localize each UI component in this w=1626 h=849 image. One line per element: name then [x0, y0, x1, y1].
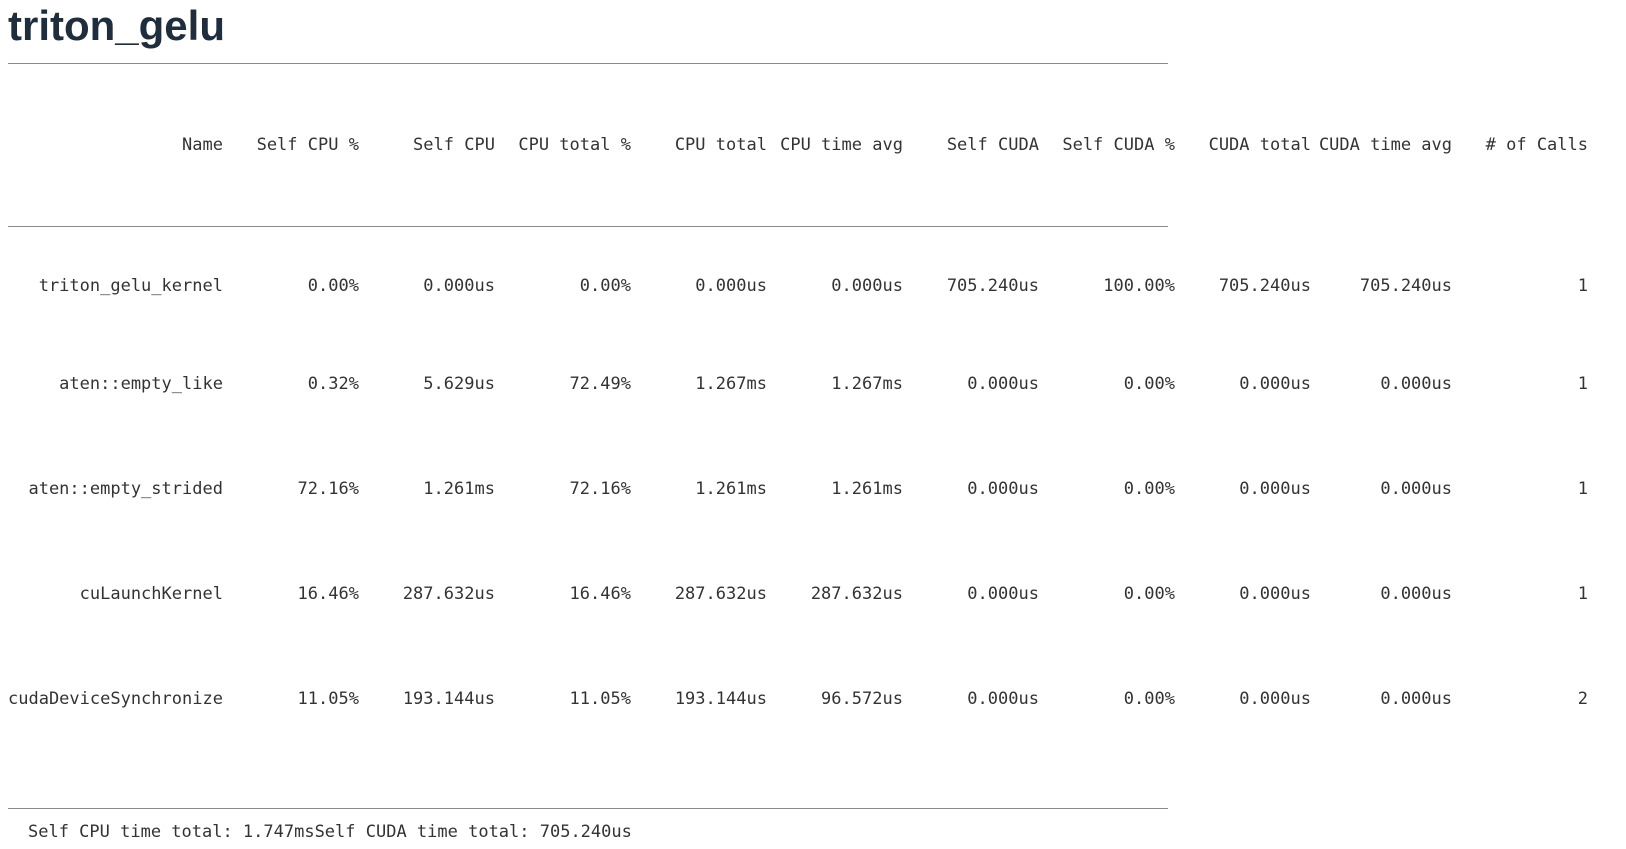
cell-self-cpu: 5.629us	[423, 373, 495, 394]
column-header-cuda-time-avg: CUDA time avg	[1318, 135, 1452, 155]
header-row: Name Self CPU % Self CPU CPU total % CPU…	[8, 64, 1596, 226]
table-body: triton_gelu_kernel 0.00% 0.000us 0.00% 0…	[8, 226, 1596, 751]
table-header: Name Self CPU % Self CPU CPU total % CPU…	[8, 64, 1596, 226]
cell-cuda-time-avg: 0.000us	[1380, 478, 1452, 499]
cell-self-cpu: 1.261ms	[423, 478, 495, 499]
column-header-cpu-time-avg: CPU time avg	[780, 135, 903, 155]
time-total-summary: Self CPU time total: 1.747msSelf CUDA ti…	[28, 822, 632, 842]
cell-num-calls: 1	[1577, 478, 1588, 499]
cell-cpu-total-pct: 72.49%	[569, 373, 631, 394]
cell-self-cuda: 0.000us	[967, 583, 1039, 604]
column-header-self-cpu-pct: Self CPU %	[256, 135, 359, 155]
cell-cpu-total: 1.267ms	[695, 373, 767, 394]
cell-self-cuda-pct: 0.00%	[1123, 688, 1175, 709]
cell-self-cpu: 193.144us	[402, 688, 495, 709]
cell-cpu-total-pct: 16.46%	[569, 583, 631, 604]
cell-name: cudaDeviceSynchronize	[8, 688, 223, 709]
cell-self-cpu: 287.632us	[402, 583, 495, 604]
cell-cpu-total-pct: 0.00%	[579, 275, 631, 296]
cell-cpu-total: 0.000us	[695, 275, 767, 296]
cell-name: aten::empty_like	[59, 373, 223, 394]
column-header-name: Name	[181, 135, 223, 155]
cell-cpu-total-pct: 72.16%	[569, 478, 631, 499]
column-header-self-cuda: Self CUDA	[946, 135, 1039, 155]
cell-cuda-total: 0.000us	[1239, 688, 1311, 709]
profiler-table: Name Self CPU % Self CPU CPU total % CPU…	[8, 64, 1596, 751]
cell-cpu-time-avg: 1.267ms	[831, 373, 903, 394]
column-header-cpu-total-pct: CPU total %	[518, 135, 631, 155]
cell-num-calls: 2	[1577, 688, 1588, 709]
cell-cuda-total: 0.000us	[1239, 478, 1311, 499]
cell-cuda-total: 705.240us	[1218, 275, 1311, 296]
cell-self-cuda: 705.240us	[946, 275, 1039, 296]
cell-cpu-total: 287.632us	[674, 583, 767, 604]
cell-self-cuda-pct: 0.00%	[1123, 478, 1175, 499]
cell-cuda-time-avg: 0.000us	[1380, 373, 1452, 394]
cell-name: aten::empty_strided	[28, 478, 223, 499]
cell-cuda-total: 0.000us	[1239, 583, 1311, 604]
cell-self-cuda-pct: 100.00%	[1103, 275, 1175, 296]
cell-name: cuLaunchKernel	[79, 583, 223, 604]
cell-self-cuda: 0.000us	[967, 478, 1039, 499]
table-row: cudaDeviceSynchronize 11.05% 193.144us 1…	[8, 646, 1596, 751]
cell-num-calls: 1	[1577, 583, 1588, 604]
cell-cuda-time-avg: 0.000us	[1380, 688, 1452, 709]
cell-cpu-time-avg: 1.261ms	[831, 478, 903, 499]
cell-self-cpu-pct: 0.00%	[307, 275, 359, 296]
cell-self-cpu: 0.000us	[423, 275, 495, 296]
footer-divider	[8, 808, 1168, 809]
cell-self-cuda-pct: 0.00%	[1123, 373, 1175, 394]
cell-cpu-total: 193.144us	[674, 688, 767, 709]
cell-self-cuda: 0.000us	[967, 688, 1039, 709]
header-divider	[8, 226, 1168, 227]
column-header-cpu-total: CPU total	[674, 135, 767, 155]
cell-self-cuda: 0.000us	[967, 373, 1039, 394]
cell-self-cpu-pct: 11.05%	[297, 688, 359, 709]
table-row: triton_gelu_kernel 0.00% 0.000us 0.00% 0…	[8, 226, 1596, 331]
cell-name: triton_gelu_kernel	[38, 275, 223, 296]
column-header-self-cpu: Self CPU	[413, 135, 495, 155]
cell-cpu-total-pct: 11.05%	[569, 688, 631, 709]
cell-self-cpu-pct: 72.16%	[297, 478, 359, 499]
cell-cpu-total: 1.261ms	[695, 478, 767, 499]
cell-cpu-time-avg: 96.572us	[821, 688, 903, 709]
column-header-cuda-total: CUDA total	[1208, 135, 1311, 155]
cell-cuda-time-avg: 705.240us	[1359, 275, 1452, 296]
cell-self-cpu-pct: 16.46%	[297, 583, 359, 604]
cell-num-calls: 1	[1577, 373, 1588, 394]
cell-self-cuda-pct: 0.00%	[1123, 583, 1175, 604]
column-header-self-cuda-pct: Self CUDA %	[1062, 135, 1175, 155]
table-row: aten::empty_strided 72.16% 1.261ms 72.16…	[8, 436, 1596, 541]
column-header-num-calls: # of Calls	[1485, 135, 1588, 155]
page-title: triton_gelu	[8, 2, 225, 49]
table-row: aten::empty_like 0.32% 5.629us 72.49% 1.…	[8, 331, 1596, 436]
cell-self-cpu-pct: 0.32%	[307, 373, 359, 394]
cell-cpu-time-avg: 0.000us	[831, 275, 903, 296]
table-row: cuLaunchKernel 16.46% 287.632us 16.46% 2…	[8, 541, 1596, 646]
cell-cuda-total: 0.000us	[1239, 373, 1311, 394]
cell-cuda-time-avg: 0.000us	[1380, 583, 1452, 604]
cell-num-calls: 1	[1577, 275, 1588, 296]
cell-cpu-time-avg: 287.632us	[810, 583, 903, 604]
